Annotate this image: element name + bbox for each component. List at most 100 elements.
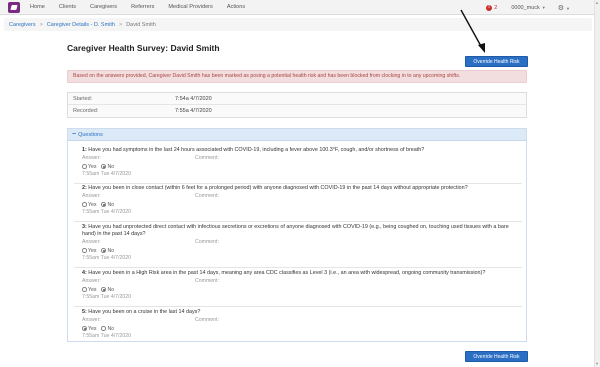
scroll-up-icon[interactable]: ▲ [594,0,600,6]
comment-label: Comment: [195,278,219,284]
question-label: Have you been on a cruise in the last 14… [88,309,201,315]
no-label: No [107,163,115,170]
yes-radio[interactable] [82,248,87,253]
nav-actions[interactable]: Actions [227,4,245,10]
answer-label: Answer: [82,193,101,199]
answer-label: Answer: [82,317,101,323]
comment-label: Comment: [195,155,219,161]
yes-label: Yes [88,325,97,332]
question-label: Have you had unprotected direct contact … [82,224,509,237]
survey-info-table: Started: 7:54a 4/7/2020 Recorded: 7:55a … [67,92,527,118]
no-label: No [107,247,115,254]
info-row-started: Started: 7:54a 4/7/2020 [68,93,526,105]
comment-label: Comment: [195,317,219,323]
no-radio[interactable] [101,202,106,207]
answer-label: Answer: [82,155,101,161]
nav-medical-providers[interactable]: Medical Providers [168,4,212,10]
answer-options: Yes No [82,286,522,293]
questions-panel: − Questions 1: Have you had symptoms in … [67,128,527,342]
nav-right: 2 0000_muck▼ ⚙▼ [486,0,570,15]
nav-clients[interactable]: Clients [59,4,76,10]
question-divider [74,183,522,184]
nav-referrers[interactable]: Referrers [131,4,154,10]
question-item: 4: Have you been in a High Risk area in … [82,270,522,300]
question-divider [74,221,522,222]
yes-radio[interactable] [82,287,87,292]
answer-comment-row: Answer: Comment: [82,155,522,162]
answer-label: Answer: [82,239,101,245]
answer-timestamp: 7:55am Tue 4/7/2020 [82,171,132,177]
nav-caregivers[interactable]: Caregivers [90,4,117,10]
chevron-down-icon: ▼ [566,5,570,11]
annotation-arrow-icon [460,9,485,53]
comment-label: Comment: [195,193,219,199]
no-radio[interactable] [101,287,106,292]
comment-label: Comment: [195,239,219,245]
started-value: 7:54a 4/7/2020 [175,95,212,102]
override-health-risk-button[interactable]: Override Health Risk [465,56,528,67]
page-title: Caregiver Health Survey: David Smith [67,43,220,53]
info-row-recorded: Recorded: 7:55a 4/7/2020 [68,105,526,117]
recorded-label: Recorded: [73,108,99,114]
nav-links: Home Clients Caregivers Referrers Medica… [30,4,259,10]
recorded-value: 7:55a 4/7/2020 [175,108,212,114]
top-navbar: Home Clients Caregivers Referrers Medica… [0,0,594,15]
questions-panel-title: Questions [78,131,103,138]
question-item: 3: Have you had unprotected direct conta… [82,224,522,261]
breadcrumb-separator-icon: > [118,21,123,28]
question-item: 1: Have you had symptoms in the last 24 … [82,147,522,177]
questions-panel-header[interactable]: − Questions [68,129,526,141]
breadcrumb-separator-icon: > [39,21,43,28]
no-label: No [107,325,115,332]
answer-timestamp: 7:55am Tue 4/7/2020 [82,209,132,215]
answer-comment-row: Answer: Comment: [82,317,522,324]
breadcrumb-current: David Smith [126,21,156,28]
answer-timestamp: 7:55am Tue 4/7/2020 [82,333,132,339]
no-radio[interactable] [101,248,106,253]
app-logo[interactable] [8,1,20,13]
yes-radio[interactable] [82,326,87,331]
question-label: Have you been in a High Risk area in the… [88,270,486,276]
yes-radio[interactable] [82,164,87,169]
answer-label: Answer: [82,278,101,284]
question-number: 5: [82,309,87,315]
question-number: 1: [82,147,87,153]
question-number: 2: [82,185,87,191]
breadcrumb-caregiver-details[interactable]: Caregiver Details - D. Smith [47,22,115,28]
scroll-down-icon[interactable]: ▼ [594,361,600,367]
no-radio[interactable] [101,164,106,169]
chevron-down-icon: ▼ [541,4,546,10]
answer-comment-row: Answer: Comment: [82,193,522,200]
breadcrumb: Caregivers > Caregiver Details - D. Smit… [4,18,592,31]
user-menu[interactable]: 0000_muck ▼ [511,5,545,11]
health-risk-alert: Based on the answers provided, Caregiver… [67,70,527,83]
answer-options: Yes No [82,247,522,254]
question-text: 5: Have you been on a cruise in the last… [82,309,522,316]
question-divider [74,267,522,268]
nav-home[interactable]: Home [30,4,45,10]
answer-options: Yes No [82,163,522,170]
question-label: Have you had symptoms in the last 24 hou… [88,147,425,153]
no-label: No [107,286,115,293]
yes-label: Yes [88,163,97,170]
question-text: 2: Have you been in close contact (withi… [82,185,522,192]
answer-options: Yes No [82,201,522,208]
question-text: 4: Have you been in a High Risk area in … [82,270,522,277]
no-radio[interactable] [101,326,106,331]
yes-label: Yes [88,201,97,208]
answer-options: Yes No [82,325,522,332]
gear-icon[interactable]: ⚙ ▼ [558,4,570,12]
question-number: 4: [82,270,87,276]
override-health-risk-button-bottom[interactable]: Override Health Risk [465,351,528,362]
answer-timestamp: 7:55am Tue 4/7/2020 [82,294,132,300]
yes-label: Yes [88,286,97,293]
question-label: Have you been in close contact (within 6… [88,185,468,191]
question-item: 5: Have you been on a cruise in the last… [82,309,522,339]
question-item: 2: Have you been in close contact (withi… [82,185,522,215]
breadcrumb-caregivers[interactable]: Caregivers [9,22,36,28]
question-text: 1: Have you had symptoms in the last 24 … [82,147,522,154]
collapse-minus-icon[interactable]: − [72,131,76,138]
vertical-scrollbar[interactable]: ▲ ▼ [594,0,600,367]
yes-radio[interactable] [82,202,87,207]
answer-comment-row: Answer: Comment: [82,278,522,285]
